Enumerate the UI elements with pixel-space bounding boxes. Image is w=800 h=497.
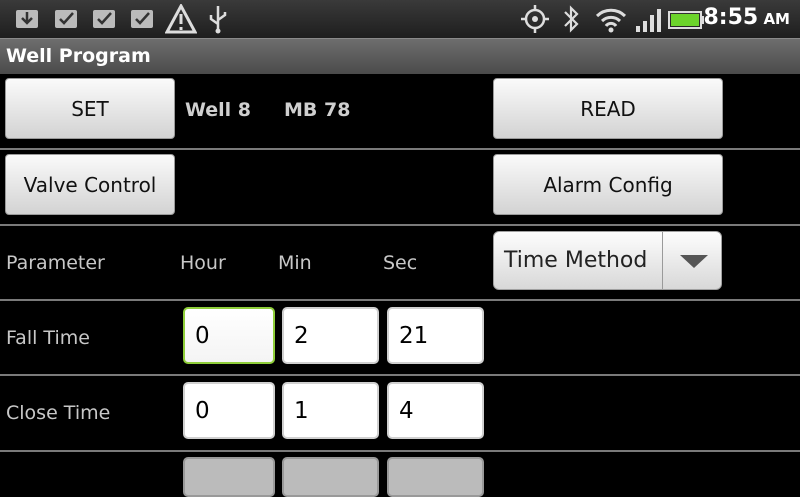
- divider: [0, 299, 800, 301]
- close-time-label: Close Time: [6, 402, 111, 424]
- divider: [0, 374, 800, 376]
- divider: [0, 450, 800, 452]
- check-icon: [55, 10, 77, 28]
- spinner-separator: [662, 232, 663, 289]
- close-time-sec-input[interactable]: 4: [387, 382, 484, 439]
- battery-icon: [668, 11, 704, 29]
- gps-icon: [521, 5, 549, 33]
- check-icon: [93, 10, 115, 28]
- status-bar: 8:55 AM: [0, 0, 800, 38]
- well-label: Well 8: [185, 99, 252, 121]
- fall-time-hour-input[interactable]: 0: [183, 307, 275, 364]
- clock: 8:55 AM: [703, 5, 790, 30]
- sec-header: Sec: [383, 252, 418, 274]
- divider: [0, 148, 800, 150]
- app-title: Well Program: [6, 45, 151, 67]
- bluetooth-icon: [564, 5, 579, 33]
- divider: [0, 224, 800, 226]
- fall-time-sec-input[interactable]: 21: [387, 307, 484, 364]
- set-button[interactable]: SET: [5, 78, 175, 139]
- next-row-sec-input[interactable]: [387, 457, 484, 497]
- chevron-down-icon: [680, 255, 708, 268]
- alarm-config-button[interactable]: Alarm Config: [493, 154, 723, 215]
- read-button[interactable]: READ: [493, 78, 723, 139]
- close-time-hour-input[interactable]: 0: [183, 382, 275, 439]
- warning-icon: [165, 4, 197, 34]
- signal-icon: [636, 9, 661, 32]
- close-time-min-input[interactable]: 1: [282, 382, 379, 439]
- usb-icon: [209, 6, 227, 34]
- time-method-value: Time Method: [504, 248, 648, 273]
- next-row-hour-input[interactable]: [183, 457, 275, 497]
- wifi-icon: [595, 8, 627, 33]
- valve-control-button[interactable]: Valve Control: [5, 154, 175, 215]
- next-row-min-input[interactable]: [282, 457, 379, 497]
- mb-label: MB 78: [284, 99, 351, 121]
- min-header: Min: [278, 252, 312, 274]
- parameter-header: Parameter: [6, 252, 105, 274]
- fall-time-min-input[interactable]: 2: [282, 307, 379, 364]
- download-icon: [16, 10, 38, 28]
- fall-time-label: Fall Time: [6, 327, 90, 349]
- time-method-dropdown[interactable]: Time Method: [493, 231, 722, 290]
- check-icon: [131, 10, 153, 28]
- title-bar: Well Program: [0, 38, 800, 74]
- hour-header: Hour: [180, 252, 226, 274]
